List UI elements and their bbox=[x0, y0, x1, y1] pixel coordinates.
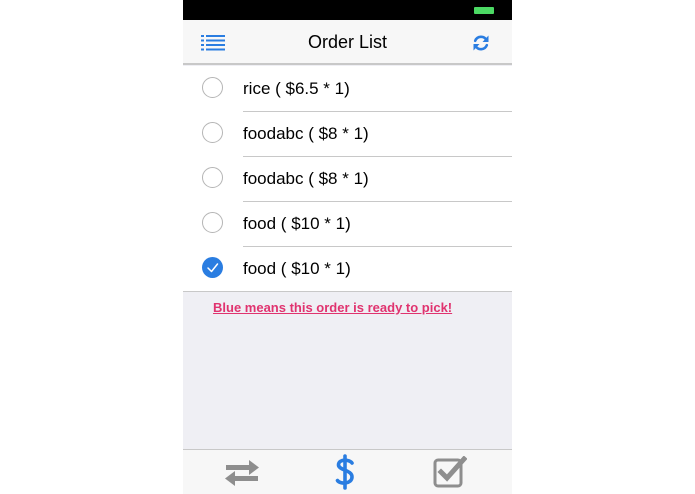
order-row[interactable]: foodabc ( $8 * 1) bbox=[183, 156, 512, 201]
radio-checked-icon[interactable] bbox=[202, 257, 223, 278]
status-bar bbox=[183, 0, 512, 20]
dollar-sign-icon bbox=[334, 454, 356, 490]
tab-completed[interactable] bbox=[433, 456, 467, 488]
list-menu-icon[interactable] bbox=[201, 35, 225, 51]
order-label: foodabc ( $8 * 1) bbox=[243, 169, 369, 188]
tab-bar bbox=[183, 449, 512, 494]
order-label: food ( $10 * 1) bbox=[243, 259, 351, 278]
radio-unchecked-icon[interactable] bbox=[202, 167, 223, 188]
checkbox-checked-icon bbox=[433, 456, 467, 488]
refresh-icon[interactable] bbox=[472, 34, 490, 52]
order-row[interactable]: food ( $10 * 1) bbox=[183, 246, 512, 291]
order-label: foodabc ( $8 * 1) bbox=[243, 124, 369, 143]
ready-hint-text: Blue means this order is ready to pick! bbox=[213, 300, 453, 315]
order-row[interactable]: rice ( $6.5 * 1) bbox=[183, 66, 512, 111]
radio-unchecked-icon[interactable] bbox=[202, 212, 223, 233]
battery-icon bbox=[474, 7, 494, 14]
phone-screen: Order List rice ($6.5 * 1) foodabc ($8… bbox=[183, 0, 512, 494]
order-row[interactable]: foodabc ( $8 * 1) bbox=[183, 111, 512, 156]
tab-transfer[interactable] bbox=[224, 460, 260, 486]
radio-unchecked-icon[interactable] bbox=[202, 122, 223, 143]
radio-unchecked-icon[interactable] bbox=[202, 77, 223, 98]
nav-bar: Order List bbox=[183, 20, 512, 65]
order-list: rice ( $6.5 * 1) foodabc ( $8 * 1) foodabc… bbox=[183, 66, 512, 292]
order-label: rice ( $6.5 * 1) bbox=[243, 79, 350, 98]
order-row[interactable]: food ( $10 * 1) bbox=[183, 201, 512, 246]
order-label: food ( $10 * 1) bbox=[243, 214, 351, 233]
transfer-arrows-icon bbox=[224, 460, 260, 486]
tab-payment[interactable] bbox=[334, 454, 356, 490]
page-title: Order List bbox=[307, 32, 388, 52]
